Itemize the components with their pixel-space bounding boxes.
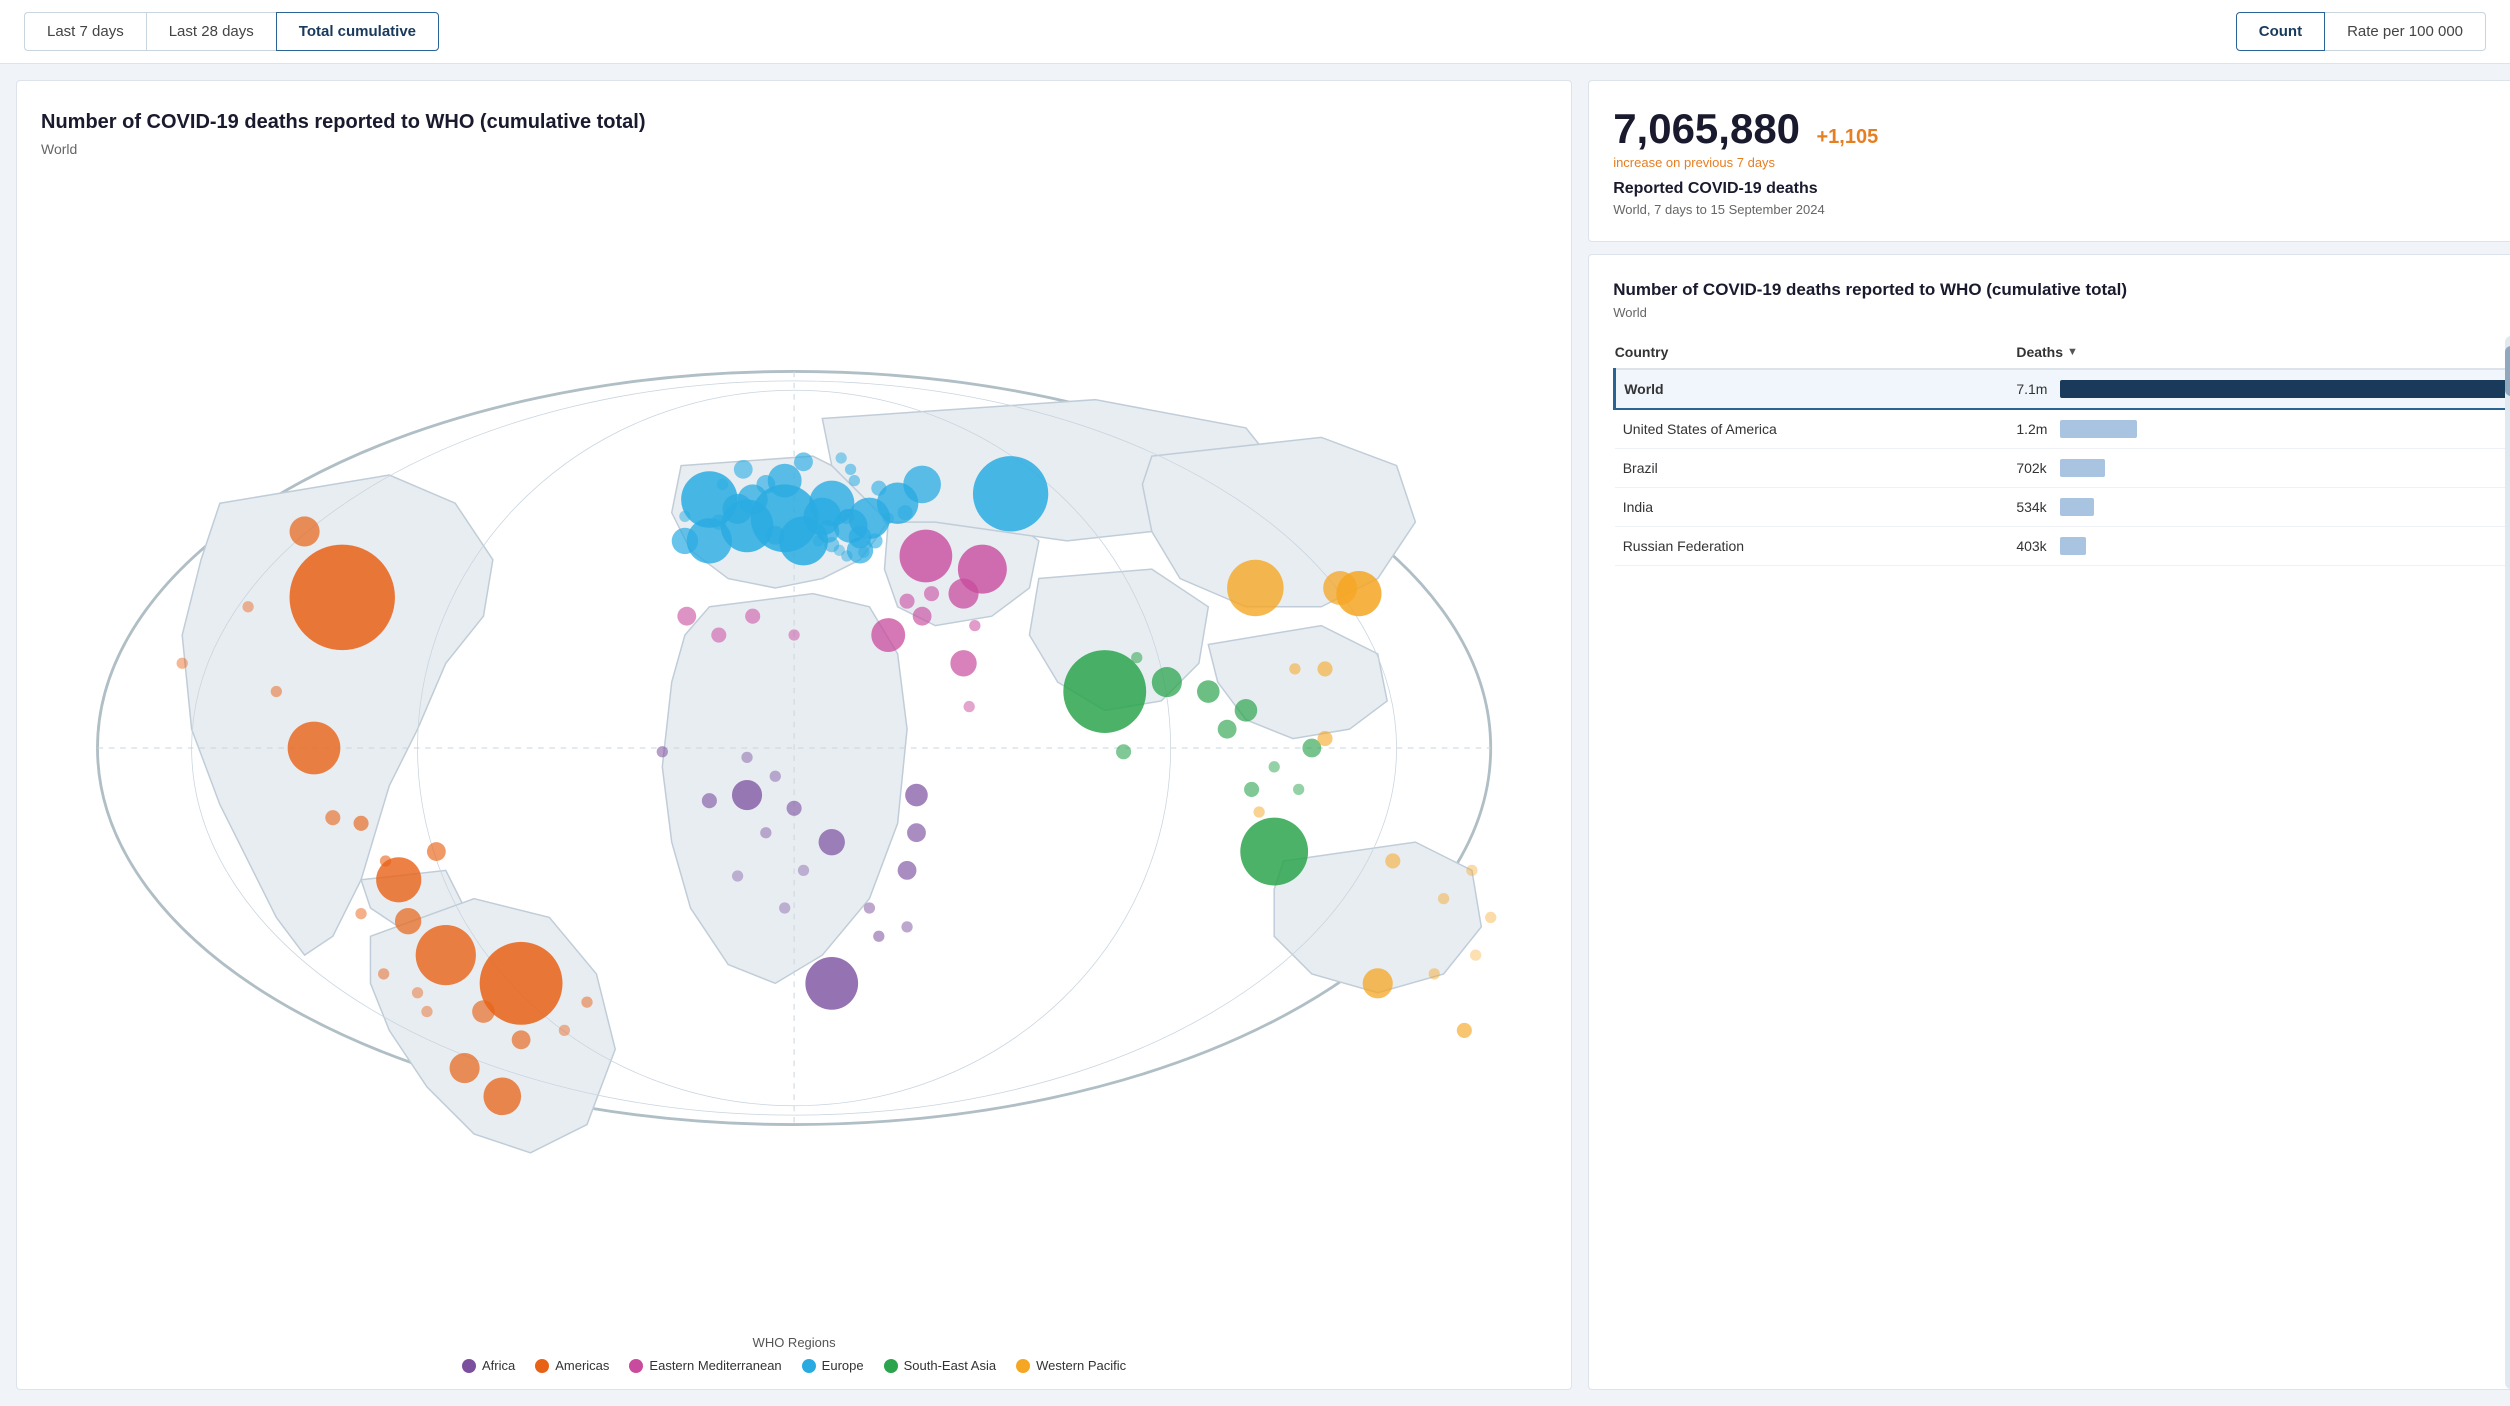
time-tab-group: Last 7 days Last 28 days Total cumulativ… <box>24 12 439 51</box>
stat-increase-text: increase on previous 7 days <box>1613 155 2510 170</box>
legend-item-western-pacific: Western Pacific <box>1016 1358 1126 1373</box>
tab-last-7-days[interactable]: Last 7 days <box>24 12 146 51</box>
table-card: Number of COVID-19 deaths reported to WH… <box>1588 254 2510 1390</box>
legend-item-sea: South-East Asia <box>884 1358 997 1373</box>
col-country: Country <box>1615 336 2017 369</box>
western-pacific-dot <box>1016 1359 1030 1373</box>
table-card-subtitle: World <box>1613 305 2510 320</box>
cell-deaths: 403k <box>2016 527 2510 566</box>
africa-label: Africa <box>482 1358 515 1373</box>
legend-item-eastern-med: Eastern Mediterranean <box>629 1358 781 1373</box>
europe-label: Europe <box>822 1358 864 1373</box>
view-toggle-group: Count Rate per 100 000 <box>2236 12 2486 51</box>
count-view-button[interactable]: Count <box>2236 12 2325 51</box>
stat-increase-value: +1,105 <box>1817 126 1879 148</box>
deaths-table: Country Deaths ▼ World7.1mUnited States … <box>1613 336 2510 566</box>
legend-items: Africa Americas Eastern Mediterranean Eu… <box>41 1358 1547 1373</box>
chart-subtitle: World <box>41 141 1547 157</box>
table-row[interactable]: Russian Federation403k <box>1615 527 2510 566</box>
cell-country: World <box>1615 369 2017 409</box>
cell-deaths: 534k <box>2016 488 2510 527</box>
table-row[interactable]: United States of America1.2m <box>1615 409 2510 449</box>
stat-number-row: 7,065,880 +1,105 increase on previous 7 … <box>1613 105 2510 170</box>
rate-view-button[interactable]: Rate per 100 000 <box>2325 12 2486 51</box>
cell-country: Russian Federation <box>1615 527 2017 566</box>
sea-label: South-East Asia <box>904 1358 997 1373</box>
main-content: Number of COVID-19 deaths reported to WH… <box>0 64 2510 1406</box>
stat-period: World, 7 days to 15 September 2024 <box>1613 202 2510 217</box>
map-container[interactable] <box>41 173 1547 1323</box>
legend-item-americas: Americas <box>535 1358 609 1373</box>
col-deaths[interactable]: Deaths ▼ <box>2016 336 2510 369</box>
table-card-title: Number of COVID-19 deaths reported to WH… <box>1613 279 2510 301</box>
western-pacific-label: Western Pacific <box>1036 1358 1126 1373</box>
legend-item-africa: Africa <box>462 1358 515 1373</box>
cell-deaths: 1.2m <box>2016 409 2510 449</box>
tab-last-28-days[interactable]: Last 28 days <box>146 12 276 51</box>
top-bar: Last 7 days Last 28 days Total cumulativ… <box>0 0 2510 64</box>
sort-arrow-icon: ▼ <box>2067 346 2078 358</box>
americas-dot <box>535 1359 549 1373</box>
table-row[interactable]: Brazil702k <box>1615 449 2510 488</box>
tab-total-cumulative[interactable]: Total cumulative <box>276 12 439 51</box>
europe-dot <box>802 1359 816 1373</box>
cell-deaths: 7.1m <box>2016 369 2510 409</box>
cell-deaths: 702k <box>2016 449 2510 488</box>
col-deaths-label: Deaths <box>2016 344 2063 360</box>
cell-country: India <box>1615 488 2017 527</box>
table-row[interactable]: World7.1m <box>1615 369 2510 409</box>
left-panel: Number of COVID-19 deaths reported to WH… <box>16 80 1572 1390</box>
eastern-med-dot <box>629 1359 643 1373</box>
eastern-med-label: Eastern Mediterranean <box>649 1358 781 1373</box>
stat-label: Reported COVID-19 deaths <box>1613 180 2510 198</box>
table-wrapper[interactable]: Country Deaths ▼ World7.1mUnited States … <box>1613 336 2510 1389</box>
legend-item-europe: Europe <box>802 1358 864 1373</box>
stat-main-number: 7,065,880 <box>1613 105 1800 152</box>
world-map-svg <box>41 173 1547 1323</box>
cell-country: United States of America <box>1615 409 2017 449</box>
table-row[interactable]: India534k <box>1615 488 2510 527</box>
sea-dot <box>884 1359 898 1373</box>
africa-dot <box>462 1359 476 1373</box>
legend-title: WHO Regions <box>41 1335 1547 1350</box>
cell-country: Brazil <box>1615 449 2017 488</box>
map-legend: WHO Regions Africa Americas Eastern Medi… <box>41 1335 1547 1373</box>
chart-title: Number of COVID-19 deaths reported to WH… <box>41 109 1547 135</box>
right-panel: 7,065,880 +1,105 increase on previous 7 … <box>1588 80 2510 1390</box>
americas-label: Americas <box>555 1358 609 1373</box>
stat-card: 7,065,880 +1,105 increase on previous 7 … <box>1588 80 2510 242</box>
